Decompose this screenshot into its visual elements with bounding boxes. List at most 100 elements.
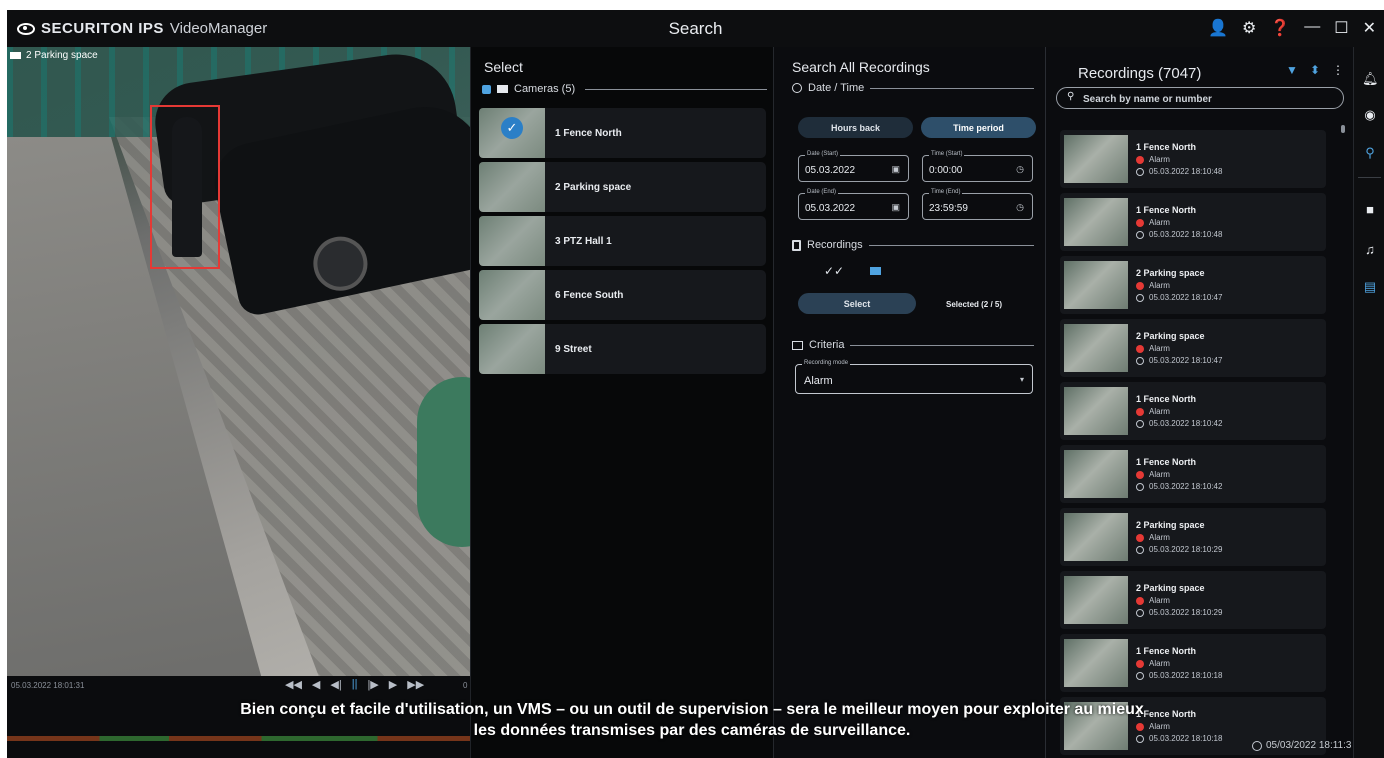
recording-thumbnail — [1064, 324, 1128, 372]
camera-name: 9 Street — [555, 343, 592, 355]
recording-item[interactable]: 2 Parking space Alarm 05.03.2022 18:10:4… — [1060, 319, 1326, 377]
recording-time: 05.03.2022 18:10:42 — [1149, 482, 1223, 491]
playback-speed: 0 — [463, 681, 468, 690]
detection-box — [150, 105, 220, 269]
scrollbar[interactable] — [1341, 125, 1345, 133]
status-clock: 05/03/2022 18:11:3 — [1252, 740, 1351, 751]
status-clock-value: 05/03/2022 18:11:3 — [1266, 740, 1352, 751]
time-period-button[interactable]: Time period — [921, 117, 1036, 138]
film-icon[interactable]: ▤ — [1362, 279, 1378, 295]
fast-forward-icon[interactable]: ▶▶ — [407, 678, 424, 691]
play-icon[interactable]: ▶ — [389, 678, 397, 691]
recording-item[interactable]: 1 Fence North Alarm 05.03.2022 18:10:48 — [1060, 193, 1326, 251]
video-view[interactable]: 2 Parking space — [7, 47, 470, 676]
recording-item[interactable]: 1 Fence North Alarm 05.03.2022 18:10:18 — [1060, 634, 1326, 692]
recordings-search[interactable]: ⚲ — [1056, 87, 1344, 109]
app-window: SECURITON IPS VideoManager Search 👤 ⚙ ❓ … — [7, 10, 1384, 758]
camera-item[interactable]: 3 PTZ Hall 1 — [479, 216, 766, 266]
recording-mode-select[interactable]: Recording mode Alarm ▾ — [795, 360, 1033, 394]
bell-icon[interactable]: 🔔︎ — [1362, 71, 1379, 87]
date-end-value: 05.03.2022 — [805, 203, 856, 214]
camera-name: 3 PTZ Hall 1 — [555, 235, 612, 247]
search-icon[interactable]: ⚲ — [1362, 145, 1378, 161]
step-back-icon[interactable]: ◀| — [330, 678, 341, 691]
recordings-section-label: Recordings — [807, 239, 863, 251]
recording-item[interactable]: 2 Parking space Alarm 05.03.2022 18:10:2… — [1060, 508, 1326, 566]
clock-icon[interactable]: ◷ — [1016, 202, 1024, 213]
recordings-panel: Recordings (7047) ▼ ⬍ ⋮ ⚲ 1 Fence North … — [1045, 47, 1354, 758]
select-button[interactable]: Select — [798, 293, 916, 314]
rewind-icon[interactable]: ◀ — [312, 678, 320, 691]
caption-line-1: Bien conçu et facile d'utilisation, un V… — [240, 701, 1144, 718]
maximize-icon[interactable]: ☐ — [1334, 18, 1348, 38]
clock-icon — [1136, 482, 1144, 491]
recording-item[interactable]: 1 Fence North Alarm 05.03.2022 18:10:42 — [1060, 382, 1326, 440]
hours-back-button[interactable]: Hours back — [798, 117, 913, 138]
fast-rewind-icon[interactable]: ◀◀ — [285, 678, 302, 691]
playback-controls: ◀◀ ◀ ◀| || |▶ ▶ ▶▶ — [285, 678, 424, 691]
eye-icon[interactable]: ◉ — [1362, 107, 1378, 123]
recording-camera: 1 Fence North — [1136, 457, 1197, 467]
clock-icon — [1136, 293, 1144, 302]
divider — [1358, 177, 1381, 178]
camera-item[interactable]: 6 Fence South — [479, 270, 766, 320]
gear-icon[interactable]: ⚙ — [1242, 18, 1256, 38]
time-start-label: Time (Start) — [929, 151, 965, 157]
pin-icon[interactable]: ⬍ — [1310, 63, 1320, 77]
date-start-field[interactable]: Date (Start) 05.03.2022 ▣ — [798, 151, 909, 182]
camera-name: 1 Fence North — [555, 127, 622, 139]
camera-thumbnail — [479, 108, 545, 158]
calendar-icon[interactable]: ▣ — [891, 164, 900, 175]
double-check-icon[interactable]: ✓✓ — [824, 264, 844, 278]
recording-item[interactable]: 1 Fence North Alarm 05.03.2022 18:10:48 — [1060, 130, 1326, 188]
alarm-bell-icon[interactable]: ♫ — [1362, 242, 1378, 257]
table-icon — [792, 340, 803, 350]
camera-icon[interactable]: ■ — [1362, 202, 1378, 217]
clock-icon[interactable]: ◷ — [1016, 164, 1024, 175]
camera-item[interactable]: 2 Parking space — [479, 162, 766, 212]
clock-icon — [1136, 167, 1144, 176]
close-icon[interactable]: ✕ — [1363, 18, 1376, 38]
more-icon[interactable]: ⋮ — [1332, 63, 1344, 77]
camera-item[interactable]: 9 Street — [479, 324, 766, 374]
time-end-field[interactable]: Time (End) 23:59:59 ◷ — [922, 189, 1033, 220]
time-start-field[interactable]: Time (Start) 0:00:00 ◷ — [922, 151, 1033, 182]
camera-item[interactable]: 1 Fence North — [479, 108, 766, 158]
filter-icon[interactable]: ▼ — [1286, 63, 1298, 77]
recording-camera: 2 Parking space — [1136, 583, 1205, 593]
search-input[interactable] — [1081, 90, 1335, 108]
step-forward-icon[interactable]: |▶ — [367, 678, 378, 691]
recordings-title: Recordings (7047) — [1078, 65, 1202, 82]
article-caption: Bien conçu et facile d'utilisation, un V… — [0, 699, 1384, 741]
select-panel: Select Cameras (5) 1 Fence North 2 Parki… — [470, 47, 774, 758]
recording-type: Alarm — [1149, 533, 1170, 542]
recording-thumbnail — [1064, 387, 1128, 435]
recording-item[interactable]: 2 Parking space Alarm 05.03.2022 18:10:4… — [1060, 256, 1326, 314]
checkbox-icon[interactable] — [482, 84, 491, 94]
title-bar: SECURITON IPS VideoManager Search 👤 ⚙ ❓ … — [7, 10, 1384, 48]
user-icon[interactable]: 👤 — [1208, 18, 1228, 38]
help-icon[interactable]: ❓ — [1270, 18, 1290, 38]
recording-item[interactable]: 1 Fence North Alarm 05.03.2022 18:10:42 — [1060, 445, 1326, 503]
recording-thumbnail — [1064, 198, 1128, 246]
recording-item[interactable]: 2 Parking space Alarm 05.03.2022 18:10:2… — [1060, 571, 1326, 629]
criteria-section: Criteria — [792, 339, 1034, 351]
date-start-label: Date (Start) — [805, 151, 841, 157]
recording-time: 05.03.2022 18:10:48 — [1149, 230, 1223, 239]
date-time-section: Date / Time — [792, 82, 1034, 94]
search-panel: Search All Recordings Date / Time Hours … — [773, 47, 1046, 758]
recording-thumbnail — [1064, 261, 1128, 309]
alarm-icon — [1136, 470, 1144, 479]
alarm-icon — [1136, 407, 1144, 416]
minimize-icon[interactable]: — — [1304, 18, 1320, 38]
calendar-icon[interactable]: ▣ — [891, 202, 900, 213]
recording-thumbnail — [1064, 639, 1128, 687]
recording-camera: 1 Fence North — [1136, 205, 1197, 215]
recording-type: Alarm — [1149, 407, 1170, 416]
pause-icon[interactable]: || — [352, 678, 358, 691]
camera-filter-icon[interactable] — [870, 267, 881, 275]
date-end-field[interactable]: Date (End) 05.03.2022 ▣ — [798, 189, 909, 220]
cameras-group-header[interactable]: Cameras (5) — [482, 83, 767, 95]
camera-name: 2 Parking space — [555, 181, 632, 193]
recording-camera: 1 Fence North — [1136, 646, 1197, 656]
